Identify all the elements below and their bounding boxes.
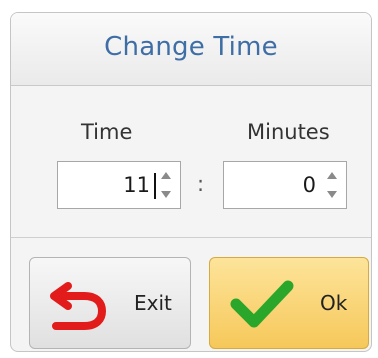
minutes-value[interactable]: 0 bbox=[303, 162, 316, 208]
minutes-label: Minutes bbox=[247, 120, 330, 144]
ok-label: Ok bbox=[320, 291, 348, 315]
divider bbox=[11, 237, 371, 238]
change-time-dialog: Change Time Time Minutes 11 : 0 Exit Ok bbox=[10, 12, 372, 352]
hours-value[interactable]: 11 bbox=[123, 162, 150, 208]
dialog-titlebar: Change Time bbox=[11, 13, 371, 86]
hours-spin-buttons[interactable] bbox=[158, 168, 174, 202]
time-label: Time bbox=[81, 120, 133, 144]
minutes-spinner[interactable]: 0 bbox=[223, 161, 347, 209]
spin-up-icon[interactable] bbox=[327, 172, 337, 179]
time-separator: : bbox=[197, 172, 205, 196]
exit-label: Exit bbox=[134, 291, 172, 315]
undo-arrow-icon bbox=[50, 282, 106, 330]
text-cursor bbox=[154, 173, 156, 199]
ok-button[interactable]: Ok bbox=[209, 257, 369, 349]
spin-down-icon[interactable] bbox=[327, 191, 337, 198]
exit-button[interactable]: Exit bbox=[29, 257, 191, 349]
spin-down-icon[interactable] bbox=[161, 191, 171, 198]
checkmark-icon bbox=[230, 280, 294, 328]
spin-up-icon[interactable] bbox=[161, 172, 171, 179]
dialog-title: Change Time bbox=[104, 32, 278, 62]
minutes-spin-buttons[interactable] bbox=[324, 168, 340, 202]
hours-spinner[interactable]: 11 bbox=[57, 161, 181, 209]
